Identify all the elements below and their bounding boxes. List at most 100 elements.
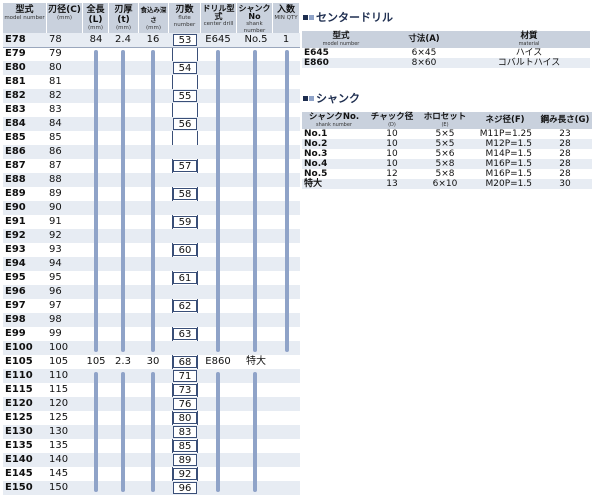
header-bite-depth: 食込み深さ (mm) xyxy=(139,3,169,33)
sh-no: No.3 xyxy=(304,149,328,159)
cell-flutes: 76 xyxy=(173,398,197,410)
cell-bore: 145 xyxy=(49,468,69,479)
cell-thickness: 2.4 xyxy=(115,34,131,45)
table-row: No.1 10 5×5 M11P=1.25 23 xyxy=(302,129,592,139)
cell-thickness: 2.3 xyxy=(115,356,131,367)
cd-header-model-jp: 型式 xyxy=(332,31,350,41)
cell-bore: 96 xyxy=(49,286,62,297)
cell-bore: 140 xyxy=(49,454,69,465)
cell-model: E78 xyxy=(5,34,26,45)
cell-model: E135 xyxy=(5,440,33,451)
cell-model: E105 xyxy=(5,356,33,367)
table-row: No.5 12 5×8 M16P=1.5 28 xyxy=(302,169,592,179)
same-as-above-bar xyxy=(151,50,155,352)
shank-title-text: シャンク xyxy=(316,92,360,105)
cell-shank: No.5 xyxy=(244,34,268,45)
cd-model: E860 xyxy=(302,58,380,68)
cell-bore: 135 xyxy=(49,440,69,451)
cell-flutes: 83 xyxy=(173,426,197,438)
cell-flutes: 80 xyxy=(173,412,197,424)
sh-header-thread: ネジ径(F) xyxy=(472,112,538,129)
sh-thread: M16P=1.5 xyxy=(485,169,533,179)
header-thickness-en: (mm) xyxy=(115,25,131,31)
sh-chuck: 10 xyxy=(386,149,398,159)
cell-bite: 16 xyxy=(146,34,160,45)
square-bullet-icon xyxy=(309,96,314,101)
header-shank-jp: シャンクNo xyxy=(238,4,271,21)
cell-bore: 99 xyxy=(49,328,62,339)
sh-no: No.5 xyxy=(304,169,328,179)
header-qty: 入数 MIN QTY xyxy=(273,3,300,33)
cell-bore: 91 xyxy=(49,216,62,227)
sh-header-no: シャンクNo. shank number xyxy=(302,112,366,129)
cell-model: E85 xyxy=(5,132,26,143)
header-thickness: 刃厚(t) (mm) xyxy=(109,3,139,33)
sh-holo: 5×5 xyxy=(435,129,455,139)
cell-flutes: 71 xyxy=(173,370,197,382)
cell-bore: 89 xyxy=(49,188,62,199)
cell-flutes: 59 xyxy=(173,216,197,228)
sh-chuck: 10 xyxy=(386,129,398,139)
sh-header-no-en: shank number xyxy=(315,122,352,128)
cell-model: E96 xyxy=(5,286,26,297)
cell-flutes: 53 xyxy=(173,34,197,46)
sh-header-holo-en: (E) xyxy=(441,122,449,128)
same-as-above-bar xyxy=(94,50,98,352)
same-as-above-bar xyxy=(285,50,289,352)
cell-model: E83 xyxy=(5,104,26,115)
sh-length: 30 xyxy=(538,179,592,189)
cell-model: E89 xyxy=(5,188,26,199)
cell-flutes: 55 xyxy=(173,90,197,102)
cell-model: E98 xyxy=(5,314,26,325)
cell-bore: 94 xyxy=(49,258,62,269)
same-as-above-bar xyxy=(216,50,220,352)
cell-model: E97 xyxy=(5,300,26,311)
cell-flutes: 57 xyxy=(173,160,197,172)
cell-bore: 97 xyxy=(49,300,62,311)
shank-title: シャンク xyxy=(303,92,360,106)
cell-bore: 150 xyxy=(49,482,69,493)
sh-length: 28 xyxy=(538,159,592,169)
square-bullet-icon xyxy=(309,15,314,20)
cell-flutes: 63 xyxy=(173,328,197,340)
header-bore-jp: 刃径(C) xyxy=(48,5,81,15)
sh-chuck: 10 xyxy=(366,139,418,149)
same-as-above-bar xyxy=(253,372,257,492)
cell-model: E99 xyxy=(5,328,26,339)
sh-header-thread-jp: ネジ径(F) xyxy=(485,115,525,125)
cell-bore: 85 xyxy=(49,132,62,143)
sh-length: 28 xyxy=(559,169,571,179)
sh-no: 特大 xyxy=(302,179,366,189)
table-row: E645 6×45 ハイス xyxy=(302,48,590,58)
sh-length: 28 xyxy=(538,139,592,149)
sh-holo: 6×10 xyxy=(418,179,472,189)
header-length: 全長(L) (mm) xyxy=(83,3,109,33)
cd-size: 8×60 xyxy=(380,58,468,68)
cell-bore: 130 xyxy=(49,426,69,437)
table-row: E78 78 84 2.4 16 E645 No.5 1 53 xyxy=(3,33,300,48)
cell-model: E82 xyxy=(5,90,26,101)
header-bore: 刃径(C) (mm) xyxy=(47,3,83,33)
cd-header-size-jp: 寸法(A) xyxy=(408,34,440,44)
cell-model: E95 xyxy=(5,272,26,283)
header-flutes-en: flute number xyxy=(173,15,196,28)
cell-model: E150 xyxy=(5,482,33,493)
cell-bore: 125 xyxy=(49,412,69,423)
sh-no: No.1 xyxy=(304,129,328,139)
cell-flutes: 56 xyxy=(173,118,197,130)
header-qty-en: MIN QTY xyxy=(274,15,298,21)
sh-header-chuck-jp: チャック径 xyxy=(370,112,414,122)
cell-bore: 90 xyxy=(49,202,62,213)
cell-flutes: 68 xyxy=(173,356,197,368)
cell-qty: 1 xyxy=(282,34,290,45)
cell-model: E81 xyxy=(5,76,26,87)
cell-bore: 79 xyxy=(49,48,62,59)
header-bite-jp: 食込み深さ xyxy=(140,6,167,24)
cell-flutes: 58 xyxy=(173,188,197,200)
bore-spec-table: 型式 model number 刃径(C) (mm) 全長(L) (mm) 刃厚… xyxy=(3,3,300,495)
header-drill-jp: ドリル型式 xyxy=(202,4,235,21)
sh-length: 23 xyxy=(559,129,571,139)
cell-model: E80 xyxy=(5,62,26,73)
header-qty-jp: 入数 xyxy=(276,5,295,15)
cell-flutes: 89 xyxy=(173,454,197,466)
